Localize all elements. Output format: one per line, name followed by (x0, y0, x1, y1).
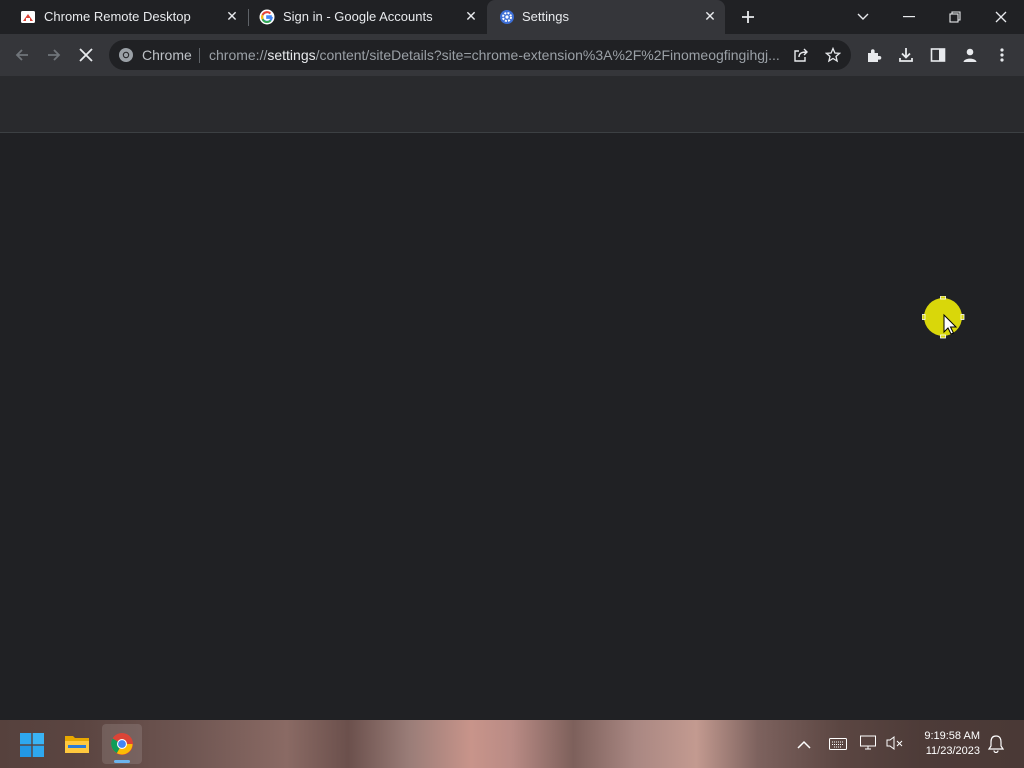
bookmark-star-icon[interactable] (824, 46, 842, 68)
chrome-icon (110, 732, 134, 761)
chrome-menu-kebab-icon[interactable] (988, 41, 1016, 69)
tab-google-accounts[interactable]: Sign in - Google Accounts ✕ (249, 0, 487, 34)
url-text: chrome://settings/content/siteDetails?si… (209, 47, 780, 63)
clock-date: 11/23/2023 (925, 745, 980, 757)
side-panel-icon[interactable] (924, 41, 952, 69)
address-bar[interactable]: Chrome chrome://settings/content/siteDet… (109, 40, 851, 70)
site-chip-label: Chrome (142, 47, 192, 63)
forward-button[interactable] (40, 41, 68, 69)
close-tab-icon[interactable]: ✕ (224, 8, 240, 24)
tab-settings[interactable]: Settings ✕ (487, 0, 725, 34)
tab-title: Sign in - Google Accounts (283, 9, 433, 24)
file-explorer-icon[interactable] (64, 733, 90, 760)
tab-strip: Chrome Remote Desktop ✕ Sign in - Google… (0, 0, 1024, 34)
tab-chrome-remote-desktop[interactable]: Chrome Remote Desktop ✕ (8, 0, 248, 34)
chrome-taskbar-button[interactable] (102, 724, 142, 764)
settings-header-bar (0, 76, 1024, 133)
restore-window-button[interactable] (941, 3, 969, 31)
tab-title: Chrome Remote Desktop (44, 9, 191, 24)
close-tab-icon[interactable]: ✕ (702, 8, 718, 24)
extensions-puzzle-icon[interactable] (860, 41, 888, 69)
url-host: settings (267, 47, 316, 63)
settings-gear-icon (499, 9, 515, 25)
volume-muted-icon[interactable] (886, 735, 904, 756)
chip-divider (199, 48, 200, 63)
close-tab-icon[interactable]: ✕ (463, 8, 479, 24)
new-tab-button[interactable] (734, 3, 762, 31)
minimize-window-button[interactable] (895, 3, 923, 31)
notifications-bell-icon[interactable] (987, 735, 1005, 758)
back-button[interactable] (8, 41, 36, 69)
google-g-icon (259, 9, 275, 25)
share-icon[interactable] (793, 47, 809, 68)
url-scheme: chrome:// (209, 47, 268, 63)
clock-time: 9:19:58 AM (924, 730, 980, 742)
tab-search-chevron-down-icon[interactable] (849, 3, 877, 31)
stop-loading-button[interactable] (72, 41, 100, 69)
windows-start-icon[interactable] (20, 733, 44, 762)
system-clock[interactable]: 9:19:58 AM 11/23/2023 (906, 729, 980, 759)
running-indicator (114, 760, 130, 763)
chrome-remote-desktop-icon (20, 9, 36, 25)
settings-page-body (0, 133, 1024, 720)
chrome-logo-icon (118, 47, 134, 68)
network-display-icon[interactable] (860, 735, 878, 756)
downloads-icon[interactable] (892, 41, 920, 69)
mouse-cursor-highlight-icon (921, 295, 968, 347)
url-path: /content/siteDetails?site=chrome-extensi… (315, 47, 780, 63)
show-hidden-icons-chevron-up-icon[interactable] (797, 737, 811, 755)
tab-title: Settings (522, 9, 569, 24)
profile-avatar-icon[interactable] (956, 41, 984, 69)
keyboard-icon[interactable] (829, 737, 847, 755)
close-window-button[interactable] (987, 3, 1015, 31)
